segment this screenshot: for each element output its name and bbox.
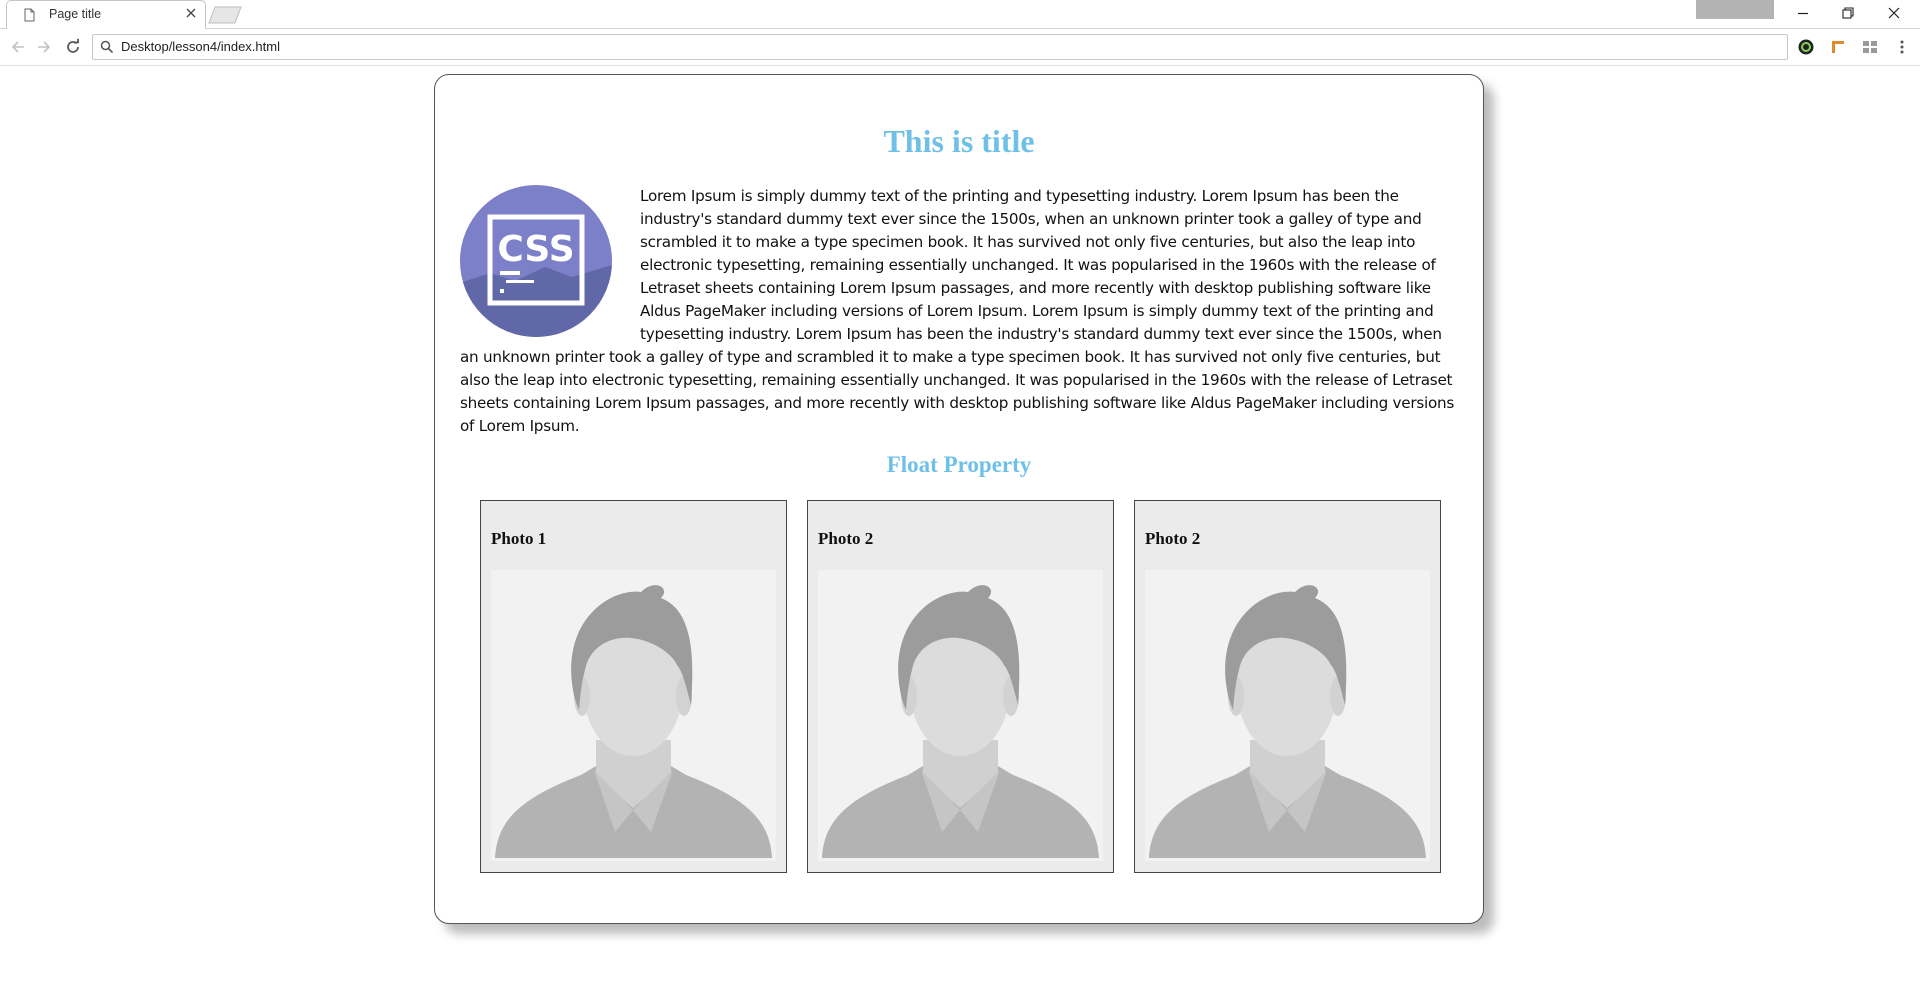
restore-icon[interactable] [1839,5,1857,21]
photo-label: Photo 2 [818,529,874,548]
css-logo-icon: CSS [460,185,612,337]
photo-label: Photo 1 [491,529,547,548]
photo-card: Photo 2 [1134,500,1441,873]
extension-icon[interactable] [1797,38,1815,56]
window-close-icon[interactable] [1885,5,1903,21]
profile-badge[interactable] [1696,0,1774,19]
reload-icon[interactable] [63,37,83,57]
content-card: This is title CSS Lorem Ipsum is simply … [434,74,1484,924]
photo-card: Photo 1 [480,500,787,873]
section-subtitle: Float Property [886,452,1032,477]
browser-tab[interactable]: Page title [6,0,206,29]
photo-card: Photo 2 [807,500,1114,873]
photo-image [1145,570,1430,861]
page-title: This is title [883,123,1035,159]
avatar-placeholder-icon [1149,585,1426,858]
minimize-icon[interactable] [1794,5,1812,21]
avatar-placeholder-icon [495,585,772,858]
search-icon [100,40,114,54]
new-tab-icon[interactable] [208,6,242,24]
back-icon[interactable] [8,37,28,57]
menu-icon[interactable] [1893,38,1911,56]
photo-image [491,570,776,861]
tab-strip: Page title [0,0,1920,29]
extension-icon[interactable] [1861,38,1879,56]
navigation-toolbar: Desktop/lesson4/index.html [0,29,1920,66]
page-icon [24,8,35,22]
photo-label: Photo 2 [1145,529,1201,548]
address-bar[interactable]: Desktop/lesson4/index.html [92,34,1788,60]
extension-icon[interactable] [1829,38,1847,56]
intro-section: CSS Lorem Ipsum is simply dummy text of … [460,185,1456,438]
tab-title: Page title [49,7,102,21]
photo-image [818,570,1103,861]
logo-text: CSS [497,229,574,270]
close-icon[interactable] [185,7,197,19]
url-text: Desktop/lesson4/index.html [121,39,280,54]
avatar-placeholder-icon [822,585,1099,858]
forward-icon[interactable] [34,37,54,57]
